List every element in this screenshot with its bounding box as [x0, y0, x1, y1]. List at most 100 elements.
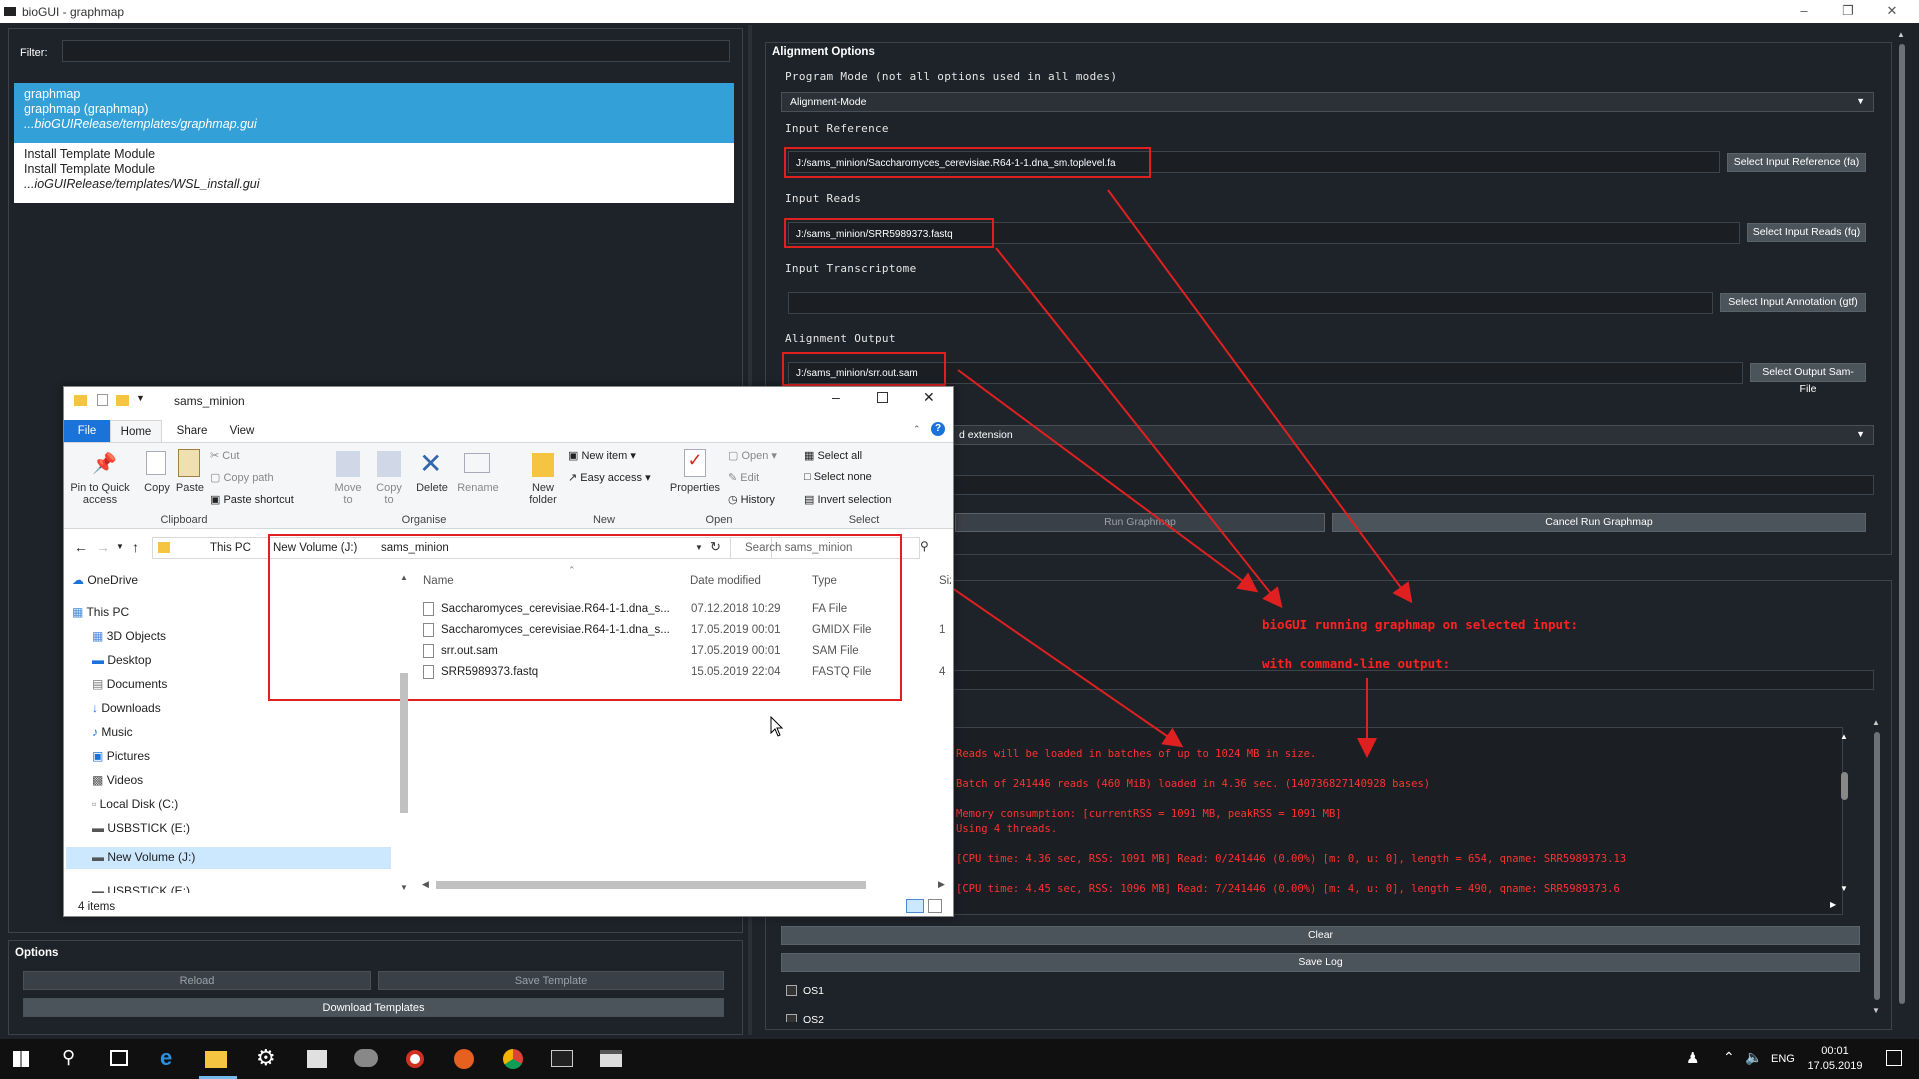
- forward-button[interactable]: →: [96, 539, 110, 555]
- nav-music[interactable]: ♪ Music: [92, 725, 133, 739]
- paste-button[interactable]: Paste: [174, 482, 206, 494]
- file-icon: [423, 644, 434, 658]
- invert-selection-button[interactable]: ▤ Invert selection: [804, 493, 891, 506]
- nav-onedrive[interactable]: ☁ OneDrive: [72, 573, 138, 587]
- large-icons-view-icon[interactable]: [928, 899, 942, 913]
- store-icon[interactable]: [307, 1050, 327, 1068]
- copy-path-button[interactable]: ▢ Copy path: [210, 471, 274, 484]
- copy-button[interactable]: Copy: [142, 482, 172, 494]
- download-icon: ↓: [92, 701, 98, 715]
- edge-icon[interactable]: e: [160, 1045, 172, 1071]
- nav-pictures[interactable]: ▣ Pictures: [92, 749, 150, 763]
- file-size: 4: [939, 666, 946, 678]
- explorer-close-button[interactable]: ✕: [923, 389, 935, 406]
- pin-to-quick-access-button[interactable]: Pin to Quick access: [70, 482, 130, 506]
- chrome-icon[interactable]: [503, 1049, 523, 1069]
- explorer-minimize-button[interactable]: –: [832, 389, 840, 405]
- files-h-scrollbar[interactable]: ◀ ▶: [422, 879, 952, 891]
- paste-shortcut-button[interactable]: ▣ Paste shortcut: [210, 493, 294, 506]
- column-type[interactable]: Type: [812, 575, 837, 587]
- volume-icon[interactable]: 🔈: [1745, 1049, 1762, 1066]
- scroll-right-icon[interactable]: ▶: [938, 879, 945, 890]
- file-row[interactable]: Saccharomyces_cerevisiae.R64-1-1.dna_s..…: [421, 601, 951, 619]
- terminal-icon[interactable]: [551, 1050, 573, 1067]
- firefox-icon[interactable]: [454, 1049, 474, 1069]
- windows-start-icon[interactable]: [13, 1051, 29, 1067]
- select-all-button[interactable]: ▦ Select all: [804, 449, 862, 462]
- up-button[interactable]: ↑: [132, 539, 139, 555]
- explorer-maximize-button[interactable]: [877, 392, 888, 403]
- history-button[interactable]: ◷ History: [728, 493, 775, 506]
- people-icon[interactable]: ♟: [1686, 1049, 1699, 1067]
- nav-new-volume[interactable]: ▬ New Volume (J:): [92, 850, 195, 864]
- delete-button[interactable]: Delete: [412, 482, 452, 494]
- nav-scrollbar[interactable]: ▲ ▼: [398, 573, 410, 893]
- clock-date[interactable]: 17.05.2019: [1804, 1060, 1866, 1072]
- nav-documents[interactable]: ▤ Documents: [92, 677, 167, 691]
- properties-quick-icon[interactable]: [97, 394, 108, 406]
- back-button[interactable]: ←: [74, 539, 88, 555]
- nav-usbstick-2[interactable]: ▬ USBSTICK (E:): [92, 884, 190, 893]
- scroll-down-icon[interactable]: ▼: [400, 883, 408, 892]
- rename-button[interactable]: Rename: [457, 482, 499, 494]
- file-icon: [423, 665, 434, 679]
- details-view-icon[interactable]: [906, 899, 924, 913]
- folder-icon: [74, 395, 87, 406]
- new-folder-button[interactable]: New folder: [522, 482, 564, 506]
- column-size[interactable]: Siz: [939, 575, 951, 587]
- organise-group-label: Organise: [401, 514, 447, 526]
- nav-usbstick[interactable]: ▬ USBSTICK (E:): [92, 821, 190, 835]
- easy-access-button[interactable]: ↗ Easy access ▾: [568, 471, 651, 484]
- notifications-icon[interactable]: [1886, 1050, 1902, 1066]
- nav-videos[interactable]: ▩ Videos: [92, 773, 143, 787]
- arrow-output: [957, 369, 1259, 593]
- clock-time[interactable]: 00:01: [1810, 1045, 1860, 1057]
- quick-access-dropdown[interactable]: ▼: [136, 393, 145, 403]
- nav-local-disk[interactable]: ▫ Local Disk (C:): [92, 797, 178, 811]
- tab-home[interactable]: Home: [110, 420, 162, 442]
- new-folder-quick-icon[interactable]: [116, 395, 129, 406]
- show-hidden-icons[interactable]: ⌃: [1723, 1049, 1735, 1066]
- language-indicator[interactable]: ENG: [1771, 1053, 1795, 1065]
- file-explorer-taskbar-icon[interactable]: [205, 1051, 227, 1068]
- breadcrumb-this-pc[interactable]: This PC: [210, 542, 251, 554]
- nav-this-pc[interactable]: ▦ This PC: [72, 605, 129, 619]
- file-row[interactable]: SRR5989373.fastq 15.05.2019 22:04 FASTQ …: [421, 664, 951, 682]
- recent-locations-button[interactable]: ▼: [116, 542, 124, 551]
- file-icon: [423, 623, 434, 637]
- settings-icon[interactable]: ⚙: [256, 1045, 276, 1071]
- search-icon[interactable]: ⚲: [920, 539, 929, 553]
- media-app-icon[interactable]: [406, 1050, 424, 1068]
- arrow-reference: [1107, 189, 1413, 604]
- scroll-thumb[interactable]: [400, 673, 408, 813]
- copy-to-button[interactable]: Copy to: [371, 482, 407, 506]
- edit-button[interactable]: ✎ Edit: [728, 471, 759, 484]
- tab-view[interactable]: View: [219, 420, 265, 442]
- nav-3d-objects[interactable]: ▦ 3D Objects: [92, 629, 166, 643]
- app-window-icon[interactable]: [600, 1050, 622, 1067]
- column-date-modified[interactable]: Date modified: [690, 575, 761, 587]
- file-row[interactable]: Saccharomyces_cerevisiae.R64-1-1.dna_s..…: [421, 622, 951, 640]
- scroll-left-icon[interactable]: ◀: [422, 879, 429, 890]
- new-item-button[interactable]: ▣ New item ▾: [568, 449, 636, 462]
- scroll-thumb[interactable]: [436, 881, 866, 889]
- column-name[interactable]: Name: [423, 575, 454, 587]
- cloud-app-icon[interactable]: [354, 1049, 378, 1067]
- help-icon[interactable]: ?: [931, 422, 945, 436]
- file-name: srr.out.sam: [441, 645, 498, 657]
- rename-icon: [464, 453, 490, 473]
- select-none-button[interactable]: □ Select none: [804, 471, 872, 483]
- move-to-button[interactable]: Move to: [330, 482, 366, 506]
- cut-button[interactable]: ✂ Cut: [210, 449, 239, 462]
- open-button[interactable]: ▢ Open ▾: [728, 449, 777, 462]
- search-icon[interactable]: ⚲: [62, 1047, 75, 1068]
- file-row[interactable]: srr.out.sam 17.05.2019 00:01 SAM File: [421, 643, 951, 661]
- tab-share[interactable]: Share: [168, 420, 216, 442]
- scroll-up-icon[interactable]: ▲: [400, 573, 408, 582]
- task-view-icon[interactable]: [110, 1050, 128, 1066]
- nav-desktop[interactable]: ▬ Desktop: [92, 653, 151, 667]
- nav-downloads[interactable]: ↓ Downloads: [92, 701, 161, 715]
- properties-button[interactable]: Properties: [668, 482, 722, 494]
- ribbon-collapse-icon[interactable]: ⌃: [913, 424, 921, 435]
- tab-file[interactable]: File: [64, 420, 110, 442]
